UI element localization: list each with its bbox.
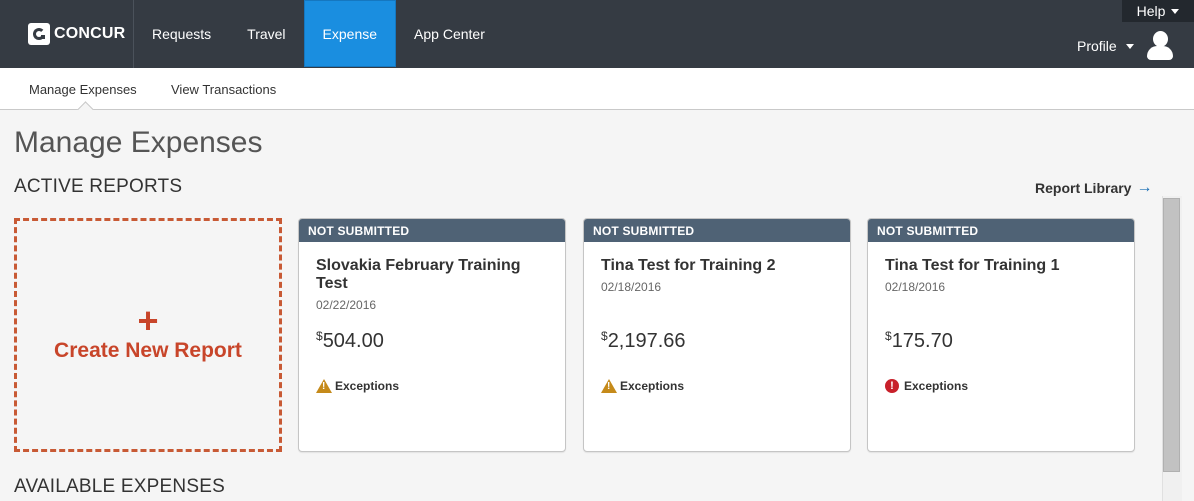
- profile-label: Profile: [1077, 38, 1117, 54]
- report-amount: $504.00: [316, 329, 384, 353]
- chevron-down-icon: [1125, 43, 1134, 49]
- status-badge: NOT SUBMITTED: [299, 219, 565, 242]
- exceptions-indicator: Exceptions: [601, 379, 684, 393]
- report-library-link[interactable]: Report Library →: [1035, 179, 1152, 197]
- report-title: Tina Test for Training 1: [885, 257, 1060, 274]
- report-card[interactable]: NOT SUBMITTED Tina Test for Training 2 0…: [583, 218, 851, 452]
- report-card[interactable]: NOT SUBMITTED Slovakia February Training…: [298, 218, 566, 452]
- report-date: 02/22/2016: [316, 298, 377, 312]
- subnav-item-view-transactions[interactable]: View Transactions: [171, 82, 276, 97]
- help-label: Help: [1136, 3, 1166, 19]
- logo-text: CONCUR: [54, 25, 126, 42]
- status-badge: NOT SUBMITTED: [868, 219, 1134, 242]
- main-nav: Requests Travel Expense App Center: [134, 0, 503, 68]
- exceptions-label: Exceptions: [904, 379, 969, 393]
- amount-value: 175.70: [891, 330, 953, 352]
- report-amount: $175.70: [885, 329, 953, 353]
- active-reports-heading: ACTIVE REPORTS: [14, 176, 183, 197]
- report-date: 02/18/2016: [885, 280, 946, 294]
- profile-menu-button[interactable]: Profile: [1077, 38, 1134, 54]
- plus-icon: +: [137, 300, 159, 341]
- chevron-down-icon: [1171, 8, 1180, 14]
- currency-symbol: $: [601, 329, 608, 343]
- available-expenses-heading: AVAILABLE EXPENSES: [14, 476, 225, 497]
- exceptions-indicator: Exceptions: [316, 379, 399, 393]
- exceptions-label: Exceptions: [335, 379, 400, 393]
- nav-item-requests[interactable]: Requests: [134, 0, 229, 67]
- top-navigation-bar: CONCUR Requests Travel Expense App Cente…: [0, 0, 1194, 68]
- currency-symbol: $: [885, 329, 892, 343]
- error-icon: !: [885, 379, 899, 393]
- page-title: Manage Expenses: [14, 126, 263, 159]
- help-menu-button[interactable]: Help: [1122, 0, 1194, 22]
- create-new-report-label: Create New Report: [54, 339, 242, 362]
- amount-value: 504.00: [322, 330, 384, 352]
- sub-navigation: Manage Expenses View Transactions: [0, 68, 1194, 110]
- concur-logo[interactable]: CONCUR: [28, 22, 125, 46]
- nav-item-travel[interactable]: Travel: [229, 0, 303, 67]
- warning-icon: [601, 379, 617, 393]
- currency-symbol: $: [316, 329, 323, 343]
- report-date: 02/18/2016: [601, 280, 662, 294]
- report-amount: $2,197.66: [601, 329, 686, 353]
- report-title: Slovakia February Training Test: [316, 257, 521, 292]
- warning-icon: [316, 379, 332, 393]
- concur-logo-icon: [28, 23, 50, 45]
- report-library-label: Report Library: [1035, 180, 1132, 196]
- amount-value: 2,197.66: [607, 330, 686, 352]
- exceptions-label: Exceptions: [620, 379, 685, 393]
- nav-item-expense[interactable]: Expense: [303, 0, 397, 67]
- arrow-right-icon: →: [1136, 179, 1153, 196]
- status-badge: NOT SUBMITTED: [584, 219, 850, 242]
- subnav-item-manage-expenses[interactable]: Manage Expenses: [29, 82, 137, 97]
- create-new-report-button[interactable]: + Create New Report: [14, 218, 282, 452]
- nav-item-app-center[interactable]: App Center: [396, 0, 503, 67]
- active-subnav-pointer: [76, 100, 94, 110]
- reports-scrollbar-thumb[interactable]: [1163, 198, 1180, 472]
- user-avatar-icon[interactable]: [1146, 29, 1174, 61]
- exceptions-indicator: ! Exceptions: [885, 379, 968, 393]
- report-card[interactable]: NOT SUBMITTED Tina Test for Training 1 0…: [867, 218, 1135, 452]
- report-title: Tina Test for Training 2: [601, 257, 776, 274]
